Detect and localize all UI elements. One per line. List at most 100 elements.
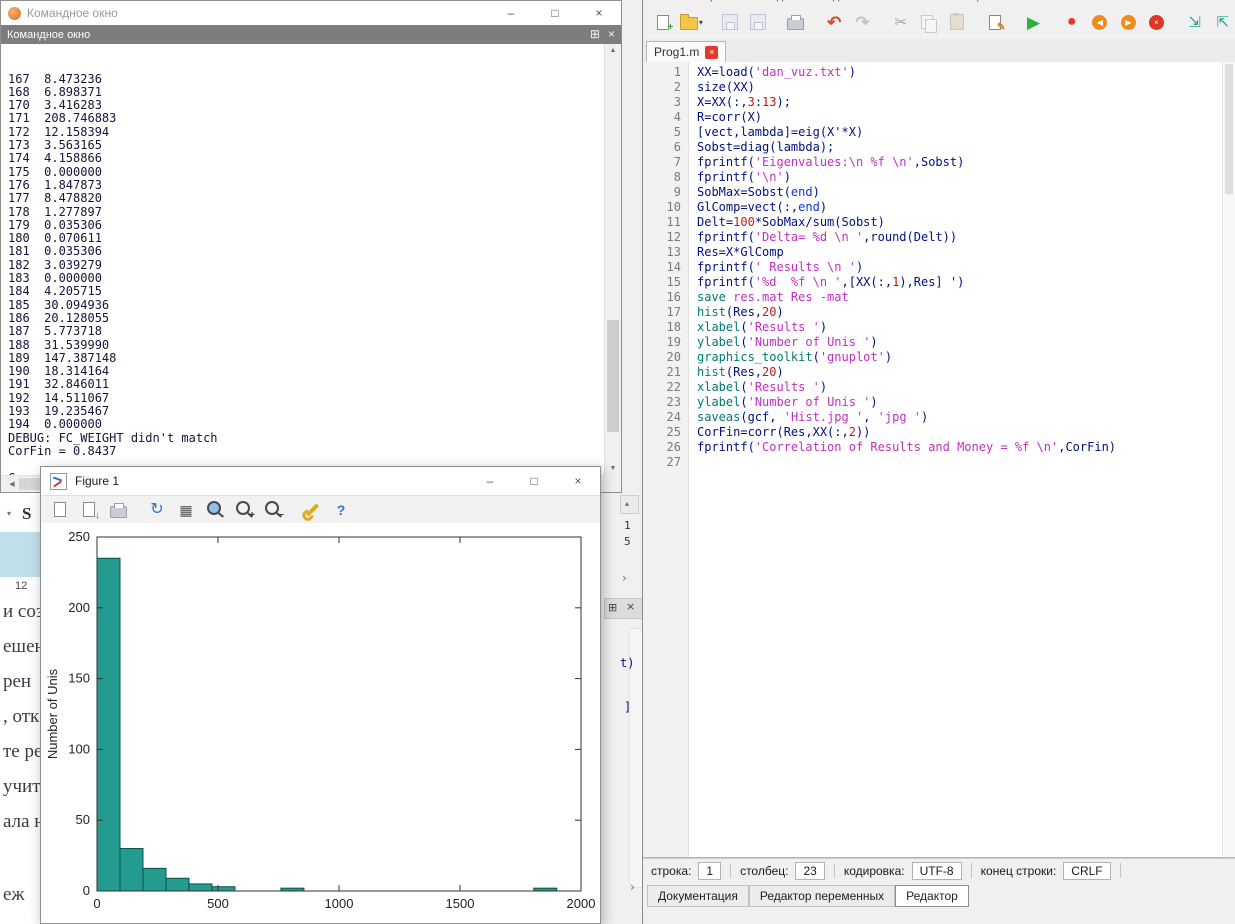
new-figure-icon[interactable] xyxy=(47,498,73,522)
code-line[interactable]: fprintf('Correlation of Results and Mone… xyxy=(697,440,1222,455)
save-icon[interactable] xyxy=(717,10,741,34)
menu-item[interactable]: Правка xyxy=(702,0,739,2)
code-line[interactable]: Sobst=diag(lambda); xyxy=(697,140,1222,155)
zoom-out-icon[interactable]: − xyxy=(260,498,286,522)
plot-area[interactable]: 0500100015002000050100150200250Number of… xyxy=(41,523,600,923)
code-line[interactable]: Res=X*GlComp xyxy=(697,245,1222,260)
code-lines[interactable]: XX=load('dan_vuz.txt')size(XX)X=XX(:,3:1… xyxy=(689,62,1222,857)
maximize-icon[interactable]: □ xyxy=(512,469,556,493)
editor-scrollbar[interactable] xyxy=(1222,62,1235,857)
autoscale-icon[interactable] xyxy=(202,498,228,522)
run-icon[interactable]: ▶ xyxy=(1021,10,1045,34)
code-line[interactable]: Delt=100*SobMax/sum(Sobst) xyxy=(697,215,1222,230)
tab-prog1[interactable]: Prog1.m × xyxy=(646,41,726,62)
line-number: 18 xyxy=(643,320,681,335)
code-line[interactable]: [vect,lambda]=eig(X'*X) xyxy=(697,125,1222,140)
code-line[interactable]: xlabel('Results ') xyxy=(697,380,1222,395)
code-line[interactable]: XX=load('dan_vuz.txt') xyxy=(697,65,1222,80)
step-out-icon[interactable]: ⇱ xyxy=(1211,10,1235,34)
cut-icon[interactable]: ✂ xyxy=(889,10,913,34)
print-figure-icon[interactable] xyxy=(105,498,131,522)
menu-item[interactable]: Отладка xyxy=(807,0,850,2)
minimize-icon[interactable]: – xyxy=(468,469,512,493)
find-icon[interactable]: ✎ xyxy=(983,10,1007,34)
menu-item[interactable]: Справка xyxy=(963,0,1006,2)
menu-item[interactable]: Выполнение xyxy=(875,0,939,2)
code-line[interactable]: ylabel('Number of Unis ') xyxy=(697,395,1222,410)
output-line: 173 3.563165 xyxy=(8,139,604,152)
zoom-in-icon[interactable]: + xyxy=(231,498,257,522)
open-file-icon[interactable]: ▾ xyxy=(679,10,703,34)
code-line[interactable]: fprintf('\n') xyxy=(697,170,1222,185)
print-icon[interactable] xyxy=(784,10,808,34)
code-line[interactable]: ylabel('Number of Unis ') xyxy=(697,335,1222,350)
clear-breakpoints-icon[interactable]: × xyxy=(1144,10,1168,34)
copy-icon[interactable] xyxy=(917,10,941,34)
code-line[interactable]: fprintf(' Results \n ') xyxy=(697,260,1222,275)
undock-icon[interactable]: ⊞ xyxy=(590,25,600,44)
vertical-scrollbar[interactable]: ▲ ▼ xyxy=(604,44,621,475)
redo-icon[interactable]: ↷ xyxy=(850,10,874,34)
close-icon[interactable]: × xyxy=(577,1,621,25)
step-in-icon[interactable]: ⇲ xyxy=(1183,10,1207,34)
save-as-icon[interactable] xyxy=(746,10,770,34)
close-icon[interactable]: × xyxy=(556,469,600,493)
dock-tab[interactable]: Редактор xyxy=(895,885,969,907)
scroll-left-icon[interactable]: ◀ xyxy=(4,480,20,488)
code-line[interactable]: save res.mat Res -mat xyxy=(697,290,1222,305)
code-line[interactable]: fprintf('%d %f \n ',[XX(:,1),Res] ') xyxy=(697,275,1222,290)
code-editor[interactable]: 1234567891011121314151617181920212223242… xyxy=(643,62,1235,858)
next-breakpoint-icon[interactable]: ▶ xyxy=(1116,10,1140,34)
code-line[interactable]: R=corr(X) xyxy=(697,110,1222,125)
panel-header-fragment xyxy=(604,598,643,619)
scrollbar-thumb[interactable] xyxy=(1225,64,1233,194)
code-line[interactable]: fprintf('Delta= %d \n ',round(Delt)) xyxy=(697,230,1222,245)
chevron-down-icon: ▾ xyxy=(699,18,703,27)
prev-breakpoint-icon[interactable]: ◀ xyxy=(1088,10,1112,34)
code-line[interactable]: saveas(gcf, 'Hist.jpg ', 'jpg ') xyxy=(697,410,1222,425)
code-line[interactable]: graphics_toolkit('gnuplot') xyxy=(697,350,1222,365)
maximize-icon[interactable]: □ xyxy=(533,1,577,25)
menu-item[interactable]: Файл xyxy=(651,0,678,2)
close-icon[interactable]: × xyxy=(608,25,615,44)
rotate-icon[interactable]: ↻ xyxy=(144,498,170,522)
help-icon[interactable]: ? xyxy=(328,498,354,522)
code-line[interactable]: GlComp=vect(:,end) xyxy=(697,200,1222,215)
undo-icon[interactable]: ↶ xyxy=(822,10,846,34)
dock-tab[interactable]: Документация xyxy=(647,885,749,907)
new-script-icon[interactable]: + xyxy=(651,10,675,34)
breakpoint-icon[interactable]: ● xyxy=(1060,10,1084,34)
dock-tab[interactable]: Редактор переменных xyxy=(749,885,895,907)
code-line[interactable] xyxy=(697,455,1222,470)
code-line[interactable]: SobMax=Sobst(end) xyxy=(697,185,1222,200)
svg-text:1500: 1500 xyxy=(446,896,475,911)
tab-close-icon[interactable]: × xyxy=(705,46,718,59)
tab-label: Prog1.m xyxy=(654,45,699,59)
line-number: 2 xyxy=(643,80,681,95)
code-line[interactable]: xlabel('Results ') xyxy=(697,320,1222,335)
paste-icon[interactable] xyxy=(945,10,969,34)
output-line: 167 8.473236 xyxy=(8,73,604,86)
grid-icon[interactable]: ▦ xyxy=(173,498,199,522)
code-line[interactable]: X=XX(:,3:13); xyxy=(697,95,1222,110)
save-figure-icon[interactable]: ↓ xyxy=(76,498,102,522)
line-number: 23 xyxy=(643,395,681,410)
scroll-up-icon[interactable]: ▲ xyxy=(605,47,621,54)
scroll-down-icon[interactable]: ▼ xyxy=(605,465,621,472)
scroll-button xyxy=(620,495,639,514)
line-number: 25 xyxy=(643,425,681,440)
scrollbar-thumb[interactable] xyxy=(607,320,619,432)
code-line[interactable]: hist(Res,20) xyxy=(697,365,1222,380)
code-line[interactable]: fprintf('Eigenvalues:\n %f \n',Sobst) xyxy=(697,155,1222,170)
code-line[interactable]: size(XX) xyxy=(697,80,1222,95)
code-line[interactable]: hist(Res,20) xyxy=(697,305,1222,320)
minimize-icon[interactable]: – xyxy=(489,1,533,25)
command-window-titlebar[interactable]: Командное окно – □ × xyxy=(1,1,621,25)
code-line[interactable]: CorFin=corr(Res,XX(:,2)) xyxy=(697,425,1222,440)
output-line: CorFin = 0.8437 xyxy=(8,445,604,458)
svg-text:2000: 2000 xyxy=(567,896,596,911)
output-line: DEBUG: FC_WEIGHT didn't match xyxy=(8,432,604,445)
menu-item[interactable]: Вид xyxy=(763,0,783,2)
figure-window-titlebar[interactable]: Figure 1 – □ × xyxy=(41,467,600,495)
tools-icon[interactable] xyxy=(299,498,325,522)
